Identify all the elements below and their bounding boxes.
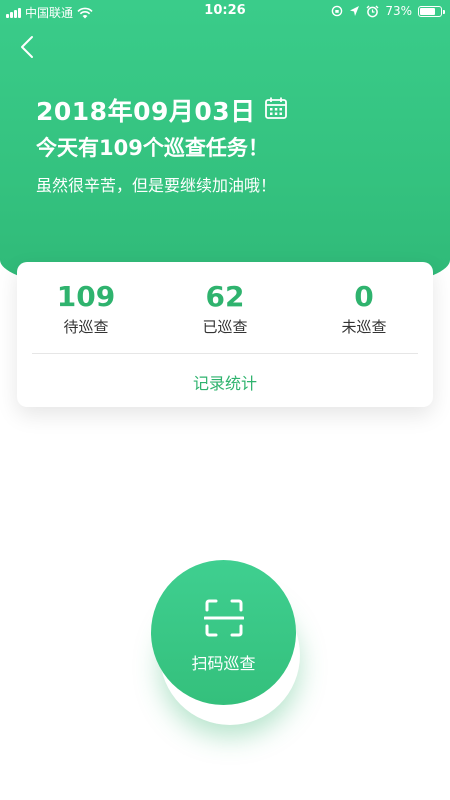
date-title: 2018年09月03日: [36, 97, 256, 126]
alarm-icon: [366, 5, 379, 17]
location-icon: [350, 6, 360, 16]
back-button[interactable]: [12, 32, 42, 62]
status-bar-right: 73%: [331, 4, 445, 18]
rotation-lock-icon: [332, 5, 343, 17]
chevron-left-icon: [21, 36, 33, 58]
stat-label: 待巡查: [63, 318, 109, 336]
stat-pending[interactable]: 109 待巡查: [16, 280, 156, 337]
stat-value: 62: [205, 280, 245, 313]
stat-missed[interactable]: 0 未巡查: [294, 280, 434, 337]
task-count-message: 今天有109个巡查任务！: [36, 136, 269, 160]
battery-percent: 73%: [385, 4, 412, 18]
stats-card: 109 待巡查 62 已巡查 0 未巡查 记录统计: [17, 262, 433, 407]
scan-button-label: 扫码巡查: [191, 653, 256, 673]
encouragement-text: 虽然很辛苦，但是要继续加油哦！: [36, 176, 277, 195]
stat-value: 0: [354, 280, 374, 313]
record-statistics-link[interactable]: 记录统计: [17, 370, 433, 394]
calendar-icon[interactable]: [264, 96, 288, 120]
scan-inspect-button[interactable]: 扫码巡查: [151, 560, 296, 705]
battery-icon: [418, 5, 445, 17]
status-bar: 中国联通 10:26 73%: [0, 0, 450, 22]
divider: [32, 353, 418, 354]
stat-label: 未巡查: [341, 318, 387, 336]
stat-label: 已巡查: [202, 318, 248, 336]
scan-icon: [203, 599, 244, 636]
stat-value: 109: [56, 280, 116, 313]
stat-done[interactable]: 62 已巡查: [155, 280, 295, 337]
